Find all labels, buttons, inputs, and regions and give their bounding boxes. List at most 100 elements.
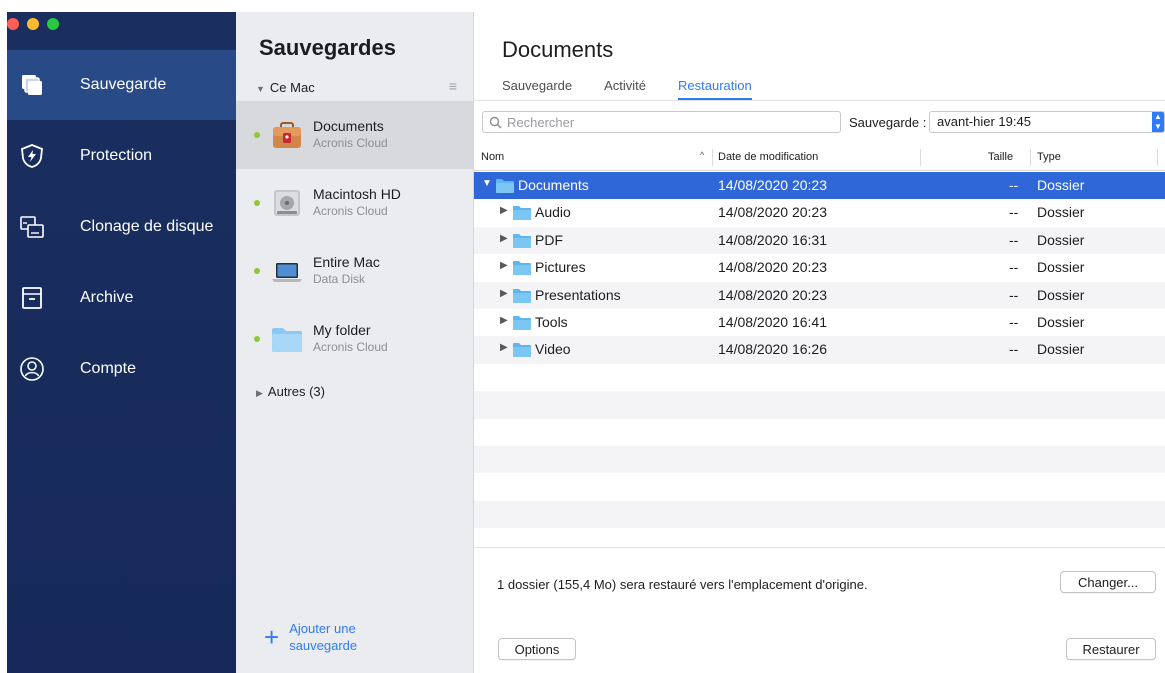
empty-row [474,445,1165,474]
backup-item-entire-mac[interactable]: Entire Mac Data Disk [236,237,473,305]
column-header-date[interactable]: Date de modification [718,151,818,163]
search-input[interactable]: Rechercher [482,111,841,133]
row-date: 14/08/2020 16:31 [718,231,827,248]
status-dot [254,200,260,206]
row-name: Video [535,341,571,358]
backup-item-documents[interactable]: Documents Acronis Cloud [236,101,473,169]
minimize-window-button[interactable] [27,18,39,30]
folder-icon [513,343,531,358]
backup-destination: Data Disk [313,272,366,286]
shield-icon [19,143,45,169]
column-separator [1030,149,1031,166]
row-type: Dossier [1037,231,1085,248]
table-row[interactable]: ▼ Documents 14/08/2020 20:23 -- Dossier [474,172,1165,200]
backup-icon [19,72,45,98]
nav-item-compte[interactable]: Compte [7,334,236,404]
row-name: Tools [535,313,568,330]
column-separator [1157,149,1158,166]
others-group[interactable]: ▶ Autres (3) [256,384,325,399]
change-location-button[interactable]: Changer... [1060,571,1156,593]
table-row[interactable]: ▶ Audio 14/08/2020 20:23 -- Dossier [474,199,1165,226]
folder-icon [496,179,514,193]
backup-list-panel: Sauvegardes ▼ Ce Mac ≡ Documents Acronis … [236,12,474,673]
backup-item-my-folder[interactable]: My folder Acronis Cloud [236,305,473,373]
column-header-size[interactable]: Taille [988,151,1013,163]
plus-icon: + [264,622,280,652]
row-date: 14/08/2020 20:23 [718,286,827,303]
backup-version-select[interactable]: avant-hier 19:45 ▲ ▼ [929,111,1165,133]
column-header-type[interactable]: Type [1037,151,1061,163]
restore-panel: Documents Sauvegarde Activité Restaurati… [474,12,1165,673]
row-size: -- [1009,177,1019,193]
archive-icon [19,285,45,311]
add-backup-label: Ajouter une sauvegarde [289,621,358,653]
disclosure-right-icon[interactable]: ▶ [500,205,508,216]
disclosure-down-icon[interactable]: ▼ [482,178,492,189]
divider [474,547,1165,548]
backup-destination: Acronis Cloud [313,340,388,354]
row-name: Audio [535,204,571,221]
tab-sauvegarde[interactable]: Sauvegarde [502,78,572,100]
nav-label: Archive [80,289,134,306]
backup-version-value: avant-hier 19:45 [937,114,1031,129]
group-label: Ce Mac [269,80,315,95]
nav-item-archive[interactable]: Archive [7,263,236,333]
restore-button[interactable]: Restaurer [1066,638,1156,660]
tab-restauration[interactable]: Restauration [678,78,752,100]
account-icon [19,356,45,382]
nav-label: Clonage de disque [80,218,214,235]
disclosure-right-icon[interactable]: ▶ [500,288,508,299]
backup-name: Documents [313,118,384,134]
file-table: ▼ Documents 14/08/2020 20:23 -- Dossier … [474,172,1165,555]
nav-item-protection[interactable]: Protection [7,121,236,191]
empty-row [474,391,1165,419]
column-header-name[interactable]: Nom [481,151,504,163]
options-button[interactable]: Options [498,638,576,660]
backup-destination: Acronis Cloud [313,204,388,218]
row-size: -- [1009,313,1019,330]
table-row[interactable]: ▶ Video 14/08/2020 16:26 -- Dossier [474,336,1165,364]
backups-title: Sauvegardes [259,35,396,60]
disclosure-right-icon[interactable]: ▶ [500,342,508,353]
disclosure-down-icon: ▼ [256,84,265,94]
row-type: Dossier [1037,259,1085,276]
page-title: Documents [502,37,614,62]
disk-clone-icon [19,214,45,240]
disclosure-right-icon[interactable]: ▶ [500,233,508,244]
disclosure-right-icon[interactable]: ▶ [500,260,508,271]
group-header-ce-mac[interactable]: ▼ Ce Mac [256,80,315,95]
hard-drive-icon [270,186,304,220]
row-name: Presentations [535,286,621,303]
row-date: 14/08/2020 16:26 [718,341,827,358]
nav-item-clonage[interactable]: Clonage de disque [7,192,236,262]
select-stepper-icon: ▲ ▼ [1152,112,1164,132]
table-row[interactable]: ▶ Tools 14/08/2020 16:41 -- Dossier [474,309,1165,336]
row-name: PDF [535,231,563,248]
nav-item-sauvegarde[interactable]: Sauvegarde [7,50,236,120]
table-row[interactable]: ▶ Pictures 14/08/2020 20:23 -- Dossier [474,254,1165,281]
backup-item-macintosh-hd[interactable]: Macintosh HD Acronis Cloud [236,169,473,237]
table-header: Nom ^ Date de modification Taille Type [474,145,1165,171]
briefcase-icon [270,118,304,152]
nav-label: Compte [80,360,137,377]
row-size: -- [1009,259,1019,276]
table-row[interactable]: ▶ Presentations 14/08/2020 20:23 -- Doss… [474,281,1165,309]
add-backup-button[interactable]: + Ajouter une sauvegarde [264,620,399,654]
divider [474,100,1165,101]
search-placeholder: Rechercher [507,114,575,130]
row-date: 14/08/2020 20:23 [718,204,827,221]
close-window-button[interactable] [7,18,19,30]
column-separator [712,149,713,166]
table-row[interactable]: ▶ PDF 14/08/2020 16:31 -- Dossier [474,226,1165,255]
search-icon [489,116,502,129]
status-dot [254,268,260,274]
hamburger-menu-icon[interactable]: ≡ [449,78,457,94]
disclosure-right-icon[interactable]: ▶ [500,315,508,326]
zoom-window-button[interactable] [47,18,59,30]
folder-icon [513,288,531,303]
tab-activite[interactable]: Activité [604,78,646,100]
backup-name: My folder [313,322,371,338]
row-size: -- [1009,286,1019,303]
row-date: 14/08/2020 16:41 [718,313,827,330]
row-size: -- [1009,231,1019,248]
